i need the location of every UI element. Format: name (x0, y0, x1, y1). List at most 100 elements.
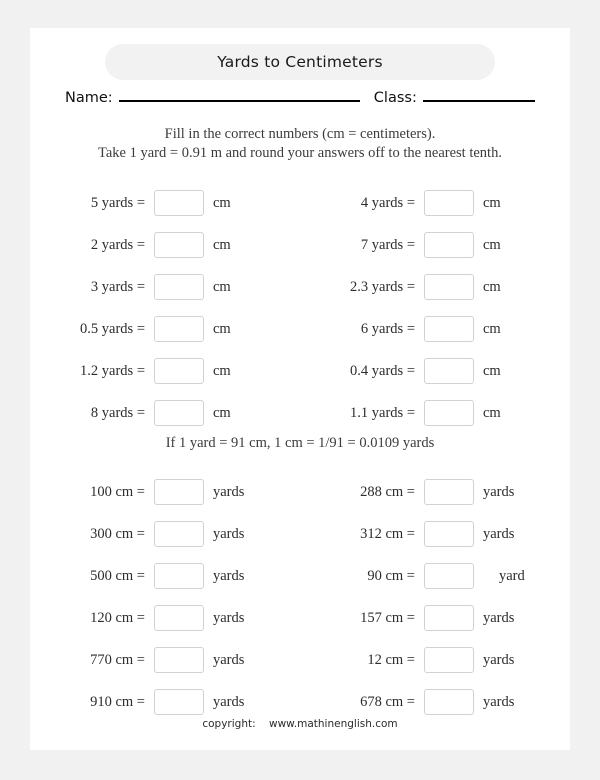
answer-input[interactable] (154, 647, 204, 673)
problem-item: 288 cm = yards (300, 471, 570, 513)
problem-label: 288 cm = (360, 483, 415, 500)
answer-input[interactable] (424, 400, 474, 426)
answer-input[interactable] (424, 274, 474, 300)
problem-item: 12 cm = yards (300, 639, 570, 681)
problem-label: 157 cm = (360, 609, 415, 626)
answer-input[interactable] (424, 190, 474, 216)
page-title: Yards to Centimeters (217, 53, 383, 71)
problem-item: 5 yards = cm (30, 182, 300, 224)
problem-label: 2 yards = (90, 236, 145, 253)
problem-row: 770 cm = yards 12 cm = yards (30, 639, 570, 681)
unit-label: yards (483, 651, 515, 668)
unit-label: cm (213, 278, 231, 295)
problem-item: 157 cm = yards (300, 597, 570, 639)
problem-label: 678 cm = (360, 693, 415, 710)
answer-input[interactable] (154, 689, 204, 715)
problem-item: 90 cm = yard (300, 555, 570, 597)
name-write-line[interactable] (118, 87, 360, 102)
problem-item: 0.4 yards = cm (300, 350, 570, 392)
problem-item: 0.5 yards = cm (30, 308, 300, 350)
unit-label: cm (213, 320, 231, 337)
unit-label: yards (213, 609, 245, 626)
unit-label: yards (483, 693, 515, 710)
answer-input[interactable] (154, 563, 204, 589)
problem-label: 120 cm = (90, 609, 145, 626)
problem-item: 120 cm = yards (30, 597, 300, 639)
answer-input[interactable] (154, 479, 204, 505)
problem-label: 0.4 yards = (350, 362, 415, 379)
answer-input[interactable] (424, 316, 474, 342)
problem-label: 12 cm = (367, 651, 415, 668)
worksheet-page: Yards to Centimeters Name: Class: Fill i… (30, 28, 570, 750)
instruction-line-1: Fill in the correct numbers (cm = centim… (164, 126, 436, 142)
class-write-line[interactable] (422, 87, 535, 102)
answer-input[interactable] (154, 605, 204, 631)
answer-input[interactable] (424, 358, 474, 384)
conversion-note: If 1 yard = 91 cm, 1 cm = 1/91 = 0.0109 … (165, 435, 435, 451)
unit-label: cm (483, 404, 501, 421)
answer-input[interactable] (154, 232, 204, 258)
problem-item: 678 cm = yards (300, 681, 570, 723)
unit-label: cm (213, 404, 231, 421)
problem-item: 312 cm = yards (300, 513, 570, 555)
answer-input[interactable] (424, 605, 474, 631)
unit-label: yards (213, 693, 245, 710)
unit-label: yards (213, 525, 245, 542)
yards-to-cm-section: 5 yards = cm 4 yards = cm 2 yards = cm 7… (30, 182, 570, 434)
problem-label: 6 yards = (360, 320, 415, 337)
answer-input[interactable] (424, 563, 474, 589)
problem-row: 100 cm = yards 288 cm = yards (30, 471, 570, 513)
answer-input[interactable] (154, 358, 204, 384)
student-info-row: Name: Class: (65, 87, 535, 113)
unit-label: cm (483, 362, 501, 379)
worksheet-title-banner: Yards to Centimeters (105, 44, 495, 80)
problem-row: 120 cm = yards 157 cm = yards (30, 597, 570, 639)
problem-label: 770 cm = (90, 651, 145, 668)
unit-label: yards (483, 525, 515, 542)
unit-label: yards (213, 567, 245, 584)
problem-item: 8 yards = cm (30, 392, 300, 434)
problem-row: 300 cm = yards 312 cm = yards (30, 513, 570, 555)
problem-item: 910 cm = yards (30, 681, 300, 723)
answer-input[interactable] (424, 647, 474, 673)
answer-input[interactable] (154, 400, 204, 426)
problem-item: 6 yards = cm (300, 308, 570, 350)
problem-label: 300 cm = (90, 525, 145, 542)
problem-item: 500 cm = yards (30, 555, 300, 597)
problem-label: 90 cm = (367, 567, 415, 584)
answer-input[interactable] (154, 316, 204, 342)
problem-label: 0.5 yards = (80, 320, 145, 337)
problem-row: 3 yards = cm 2.3 yards = cm (30, 266, 570, 308)
problem-item: 4 yards = cm (300, 182, 570, 224)
problem-item: 3 yards = cm (30, 266, 300, 308)
answer-input[interactable] (154, 190, 204, 216)
problem-label: 1.1 yards = (350, 404, 415, 421)
footer: copyright: www.mathinenglish.com (30, 718, 570, 730)
problem-label: 910 cm = (90, 693, 145, 710)
answer-input[interactable] (154, 274, 204, 300)
answer-input[interactable] (424, 479, 474, 505)
name-label: Name: (65, 90, 113, 106)
problem-row: 910 cm = yards 678 cm = yards (30, 681, 570, 723)
answer-input[interactable] (424, 521, 474, 547)
unit-label: cm (483, 194, 501, 211)
answer-input[interactable] (154, 521, 204, 547)
problem-item: 2 yards = cm (30, 224, 300, 266)
answer-input[interactable] (424, 232, 474, 258)
unit-label: cm (213, 236, 231, 253)
footer-url: www.mathinenglish.com (268, 718, 398, 730)
problem-label: 312 cm = (360, 525, 415, 542)
problem-item: 7 yards = cm (300, 224, 570, 266)
answer-input[interactable] (424, 689, 474, 715)
problem-row: 0.5 yards = cm 6 yards = cm (30, 308, 570, 350)
problem-label: 2.3 yards = (350, 278, 415, 295)
unit-label: cm (213, 362, 231, 379)
unit-label: cm (213, 194, 231, 211)
problem-item: 300 cm = yards (30, 513, 300, 555)
copyright-label: copyright: (202, 718, 256, 730)
unit-label: cm (483, 236, 501, 253)
problem-label: 8 yards = (90, 404, 145, 421)
problem-label: 5 yards = (90, 194, 145, 211)
unit-label: yards (483, 609, 515, 626)
problem-label: 100 cm = (90, 483, 145, 500)
